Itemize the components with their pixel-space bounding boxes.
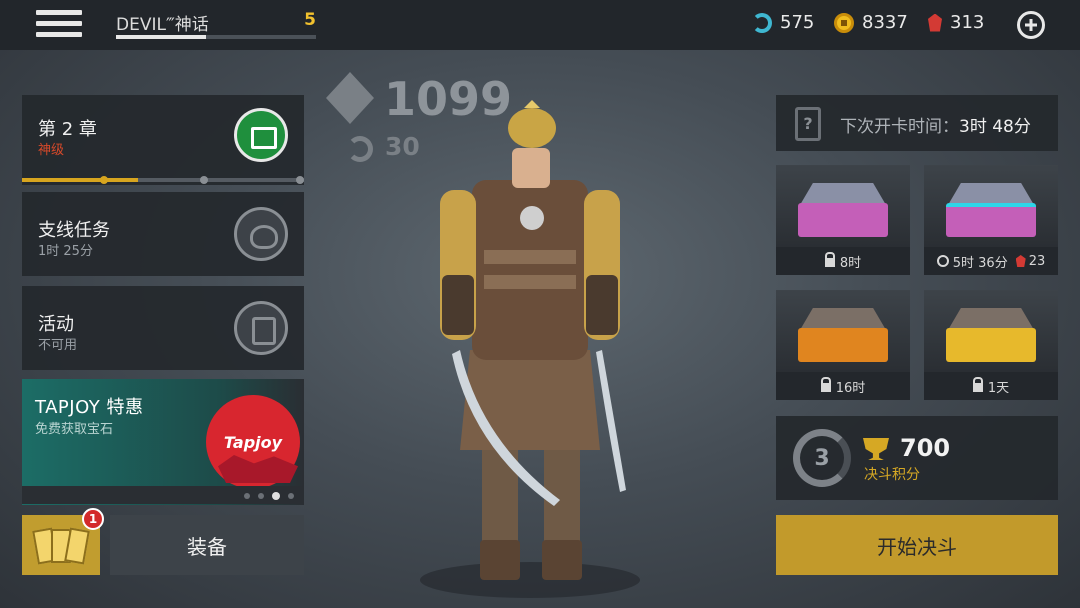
chapter-panel[interactable]: 第 2 章 神级 [22,95,304,185]
side-quest-title: 支线任务 [38,220,110,241]
next-card-time: 3时 48分 [959,117,1031,137]
gold-value: 8337 [862,12,908,33]
player-level: 5 [304,10,316,30]
chest-3-unlock-time: 16时 [835,380,866,396]
chapter-difficulty: 神级 [38,143,65,158]
clock-icon [936,255,949,267]
player-profile[interactable]: DEVIL‴神话 5 [116,10,316,40]
event-panel[interactable]: 活动 不可用 [22,286,304,370]
chest-slot-3[interactable]: 16时 [776,290,910,400]
notification-badge: 1 [82,508,104,530]
scroll-icon [234,108,288,162]
start-duel-button[interactable]: 开始决斗 [776,515,1058,575]
player-name: DEVIL‴神话 [116,15,209,35]
power-crest-icon [326,72,374,124]
chapter-title: 第 2 章 [38,119,97,140]
trophy-icon [863,438,889,460]
next-card-timer: ? 下次开卡时间：3时 48分 [776,95,1058,151]
energy-value: 575 [780,12,815,33]
duel-score-label: 决斗积分 [864,467,920,483]
gold-currency: 8337 [834,12,908,33]
next-card-label: 下次开卡时间： [840,117,959,137]
gold-coin-icon [834,12,854,33]
banner-page-indicator [22,486,304,504]
hamburger-menu-icon[interactable] [36,10,82,40]
energy-spin-icon-secondary [347,136,373,162]
chest-2-timer: 5时 36分 [952,255,1008,271]
mystery-card-icon: ? [795,107,821,141]
side-quest-panel[interactable]: 支线任务 1时 25分 [22,192,304,276]
chest-slot-1[interactable]: 8时 [776,165,910,275]
duel-score-panel[interactable]: 3 700 决斗积分 [776,416,1058,500]
gem-value: 313 [950,12,985,33]
duel-score: 700 [900,434,951,462]
add-currency-button[interactable] [1017,11,1045,39]
lock-icon [972,376,983,392]
notice-icon [234,301,288,355]
lock-icon [824,251,835,267]
event-status: 不可用 [38,338,78,353]
side-quest-timer: 1时 25分 [38,244,93,259]
event-title: 活动 [38,314,74,335]
lotus-icon [234,207,288,261]
xp-progress-bar [116,35,316,39]
ruby-gem-icon [1015,255,1026,267]
secondary-stat: 30 [385,132,420,161]
gem-currency: 313 [928,12,984,33]
lock-icon [820,376,831,392]
energy-currency: 575 [752,12,814,33]
chest-1-unlock-time: 8时 [839,255,862,271]
tapjoy-title: TAPJOY 特惠 [35,397,144,418]
tapjoy-subtitle: 免费获取宝石 [35,422,114,437]
chest-2-gem-cost: 23 [1028,253,1046,269]
energy-spin-icon [752,12,772,33]
chest-slot-4[interactable]: 1天 [924,290,1058,400]
chest-slot-2[interactable]: 5时 36分 23 [924,165,1058,275]
top-bar: DEVIL‴神话 5 575 8337 313 [0,0,1080,50]
duel-rank: 3 [793,429,851,487]
hero-character[interactable] [420,100,640,600]
chapter-progress-bar [22,176,304,184]
ruby-gem-icon [928,13,942,32]
equipment-button[interactable]: 装备 [110,515,304,575]
chest-4-unlock-time: 1天 [987,380,1010,396]
